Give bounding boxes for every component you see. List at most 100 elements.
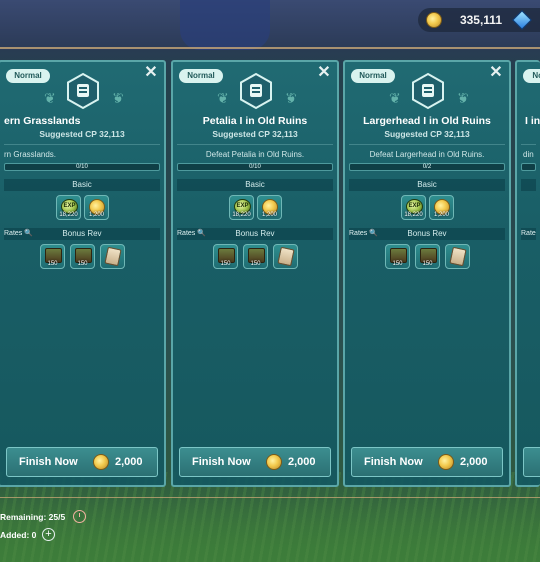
bonus-reward-chest[interactable]: 150 [40,244,65,269]
scroll-icon [449,246,467,267]
bonus-reward-scroll[interactable] [100,244,125,269]
remaining-count: Remaining: 25/5 [0,512,66,522]
reward-qty: 150 [392,261,403,267]
quest-emblem-icon [67,72,99,110]
basic-rewards-header [521,179,536,191]
quest-title: Largerhead I in Old Ruins [363,115,491,127]
reward-qty: 18,220 [232,212,251,218]
progress-text: 0/10 [76,164,88,170]
bonus-reward-scroll[interactable] [273,244,298,269]
gold-coin-icon [426,12,442,28]
difficulty-badge: Normal [6,69,50,83]
quest-title: I in [525,115,540,127]
quest-objective: rn Grasslands. [4,150,57,159]
quest-title: Petalia I in Old Ruins [202,115,308,127]
close-icon[interactable]: ✕ [488,65,504,81]
divider [521,144,536,145]
finish-cost: 2,000 [288,456,316,468]
finish-label: Finish Now [364,456,423,468]
laurel-right-icon: ❦ [112,90,124,106]
quest-progress-bar: 0/10 [4,163,160,171]
bonus-reward-chest[interactable]: 150 [415,244,440,269]
footer-divider [0,497,540,498]
gold-coin-icon [266,454,282,470]
quest-emblem-icon [412,72,444,110]
bonus-reward-chest[interactable]: 150 [385,244,410,269]
quest-panel-petalia[interactable]: Normal ✕ ❦ ❦ Petalia I in Old Ruins Sugg… [171,60,339,487]
finish-cost: 2,000 [115,456,143,468]
exp-reward[interactable]: EXP 18,220 [229,195,254,220]
reward-qty: 150 [220,261,231,267]
timer-icon [73,510,86,523]
finish-cost: 2,000 [460,456,488,468]
divider [4,144,160,145]
scroll-icon [277,246,295,267]
quest-objective: din [523,150,534,159]
divider [349,144,505,145]
rates-button[interactable]: Rates 🔍 [177,228,206,240]
difficulty-badge: Normal [351,69,395,83]
bonus-reward-scroll[interactable] [445,244,470,269]
quest-panel-grasslands[interactable]: Normal ✕ ❦ ❦ ern Grasslands Suggested CP… [0,60,166,487]
finish-now-button[interactable]: Finish Now 2,000 [351,447,503,477]
added-count: Added: 0 [0,530,37,540]
finish-label: Finish Now [19,456,78,468]
basic-rewards-header: Basic [177,179,333,191]
quest-emblem-icon [240,72,272,110]
quest-progress-bar: 0/10 [177,163,333,171]
quest-panel-largerhead[interactable]: Normal ✕ ❦ ❦ Largerhead I in Old Ruins S… [343,60,511,487]
laurel-right-icon: ❦ [285,90,297,106]
quest-panel-cropped[interactable]: Norma I in din Rate [515,60,540,487]
background-building [180,0,270,50]
rates-button[interactable]: Rates 🔍 [349,228,378,240]
quest-title: ern Grasslands [4,115,81,127]
rates-button[interactable]: Rate [521,228,536,240]
close-icon[interactable]: ✕ [143,65,159,81]
exp-reward[interactable]: EXP 18,220 [401,195,426,220]
quest-objective: Defeat Petalia in Old Ruins. [205,150,305,159]
basic-rewards-header: Basic [349,179,505,191]
gold-reward[interactable]: 1,200 [257,195,282,220]
quest-progress-bar [521,163,536,171]
reward-qty: 1,200 [261,212,277,218]
finish-now-button[interactable] [523,447,540,477]
gold-coin-icon [93,454,109,470]
reward-qty: 150 [77,261,88,267]
finish-now-button[interactable]: Finish Now 2,000 [179,447,331,477]
bonus-reward-chest[interactable]: 150 [243,244,268,269]
laurel-right-icon: ❦ [457,90,469,106]
laurel-left-icon: ❦ [389,90,401,106]
basic-rewards-header: Basic [4,179,160,191]
laurel-left-icon: ❦ [44,90,56,106]
gold-amount: 335,111 [459,13,502,27]
suggested-cp: Suggested CP 32,113 [39,129,125,139]
gold-reward[interactable]: 1,200 [84,195,109,220]
top-divider [0,47,540,49]
finish-now-button[interactable]: Finish Now 2,000 [6,447,158,477]
progress-text: 0/10 [249,164,261,170]
reward-qty: 1,200 [433,212,449,218]
gold-reward[interactable]: 1,200 [429,195,454,220]
finish-label: Finish Now [192,456,251,468]
rates-button[interactable]: Rates 🔍 [4,228,33,240]
bonus-reward-chest[interactable]: 150 [213,244,238,269]
add-button[interactable]: + [42,528,55,541]
suggested-cp: Suggested CP 32,113 [212,129,298,139]
gold-coin-icon [438,454,454,470]
quest-objective: Defeat Largerhead in Old Ruins. [369,150,485,159]
close-icon[interactable]: ✕ [316,65,332,81]
divider [177,144,333,145]
quest-progress-bar: 0/2 [349,163,505,171]
suggested-cp: Suggested CP 32,113 [384,129,470,139]
bonus-reward-chest[interactable]: 150 [70,244,95,269]
reward-qty: 18,220 [59,212,78,218]
difficulty-badge: Norma [523,69,540,83]
difficulty-badge: Normal [179,69,223,83]
reward-qty: 150 [250,261,261,267]
reward-qty: 18,220 [404,212,423,218]
laurel-left-icon: ❦ [217,90,229,106]
exp-reward[interactable]: EXP 18,220 [56,195,81,220]
reward-qty: 150 [47,261,58,267]
scroll-icon [104,246,122,267]
progress-text: 0/2 [422,164,432,170]
